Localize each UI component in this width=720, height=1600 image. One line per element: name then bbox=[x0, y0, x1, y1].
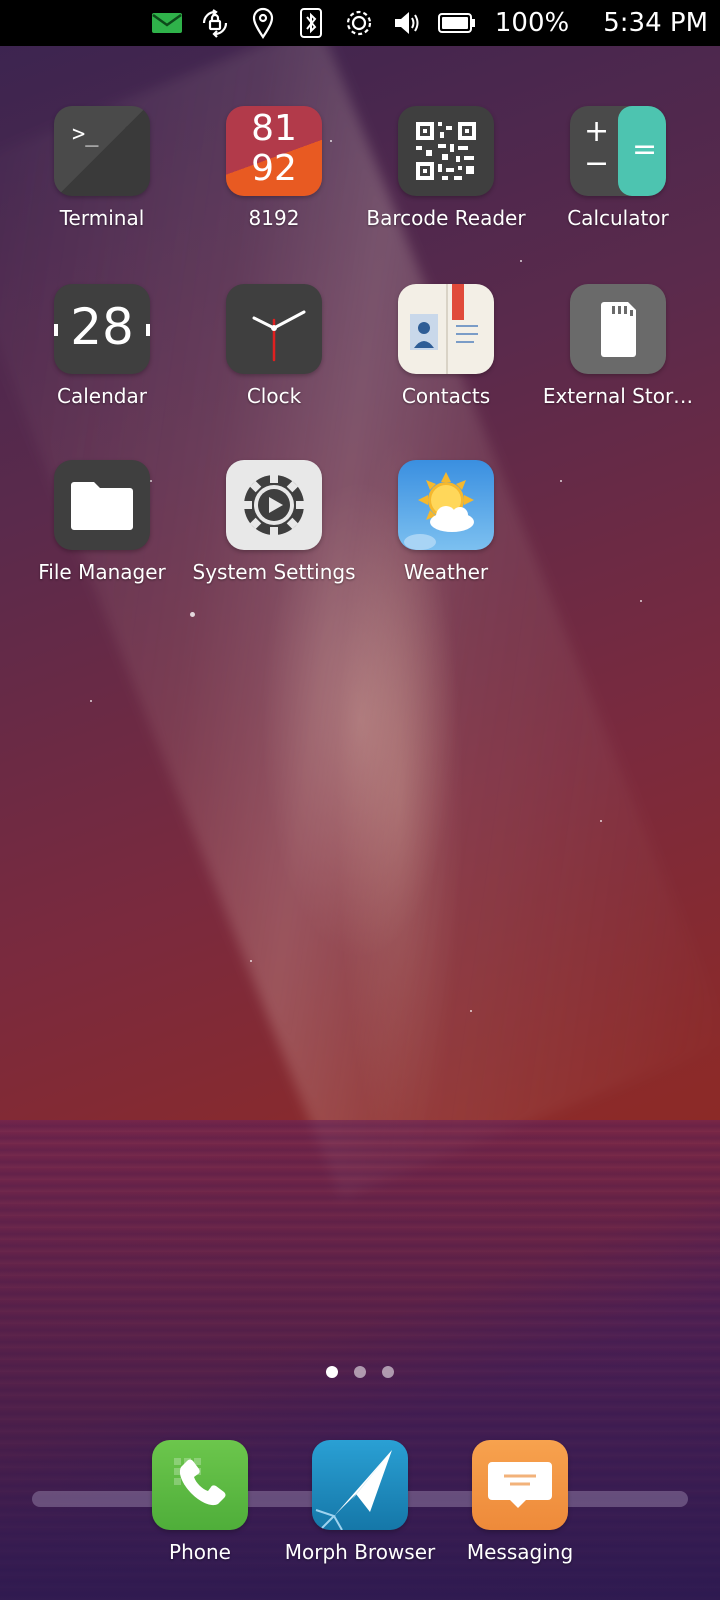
app-label: File Manager bbox=[38, 560, 166, 584]
app-clock[interactable]: Clock bbox=[188, 284, 360, 408]
rotation-lock-icon[interactable] bbox=[197, 5, 233, 41]
app-calendar[interactable]: 28 Calendar bbox=[16, 284, 188, 408]
page-dot[interactable] bbox=[326, 1366, 338, 1378]
app-label: 8192 bbox=[248, 206, 300, 230]
app-barcode-reader[interactable]: Barcode Reader bbox=[360, 106, 532, 230]
status-bar[interactable]: 100% 5:34 PM bbox=[0, 0, 720, 46]
dock-app-phone[interactable]: Phone bbox=[114, 1440, 286, 1564]
8192-icon: 81 92 bbox=[226, 106, 322, 196]
dock-app-messaging[interactable]: Messaging bbox=[434, 1440, 606, 1564]
app-label: External Stor… bbox=[542, 384, 694, 408]
battery-icon[interactable] bbox=[437, 5, 477, 41]
page-dot[interactable] bbox=[354, 1366, 366, 1378]
home-screen: 100% 5:34 PM >_ Terminal 81 92 8192 Barc… bbox=[0, 0, 720, 1600]
page-dot[interactable] bbox=[382, 1366, 394, 1378]
brightness-icon[interactable] bbox=[341, 5, 377, 41]
app-external-storage[interactable]: External Stor… bbox=[532, 284, 704, 408]
sd-card-icon bbox=[570, 284, 666, 374]
app-label: Clock bbox=[246, 384, 302, 408]
qr-code-icon bbox=[398, 106, 494, 196]
terminal-icon: >_ bbox=[54, 106, 150, 196]
weather-sun-cloud-icon bbox=[398, 460, 494, 550]
location-icon[interactable] bbox=[245, 5, 281, 41]
app-label: Calculator bbox=[567, 206, 669, 230]
page-indicator[interactable] bbox=[0, 1366, 720, 1378]
browser-paper-plane-icon bbox=[312, 1440, 408, 1530]
app-label: Terminal bbox=[59, 206, 145, 230]
volume-icon[interactable] bbox=[389, 5, 425, 41]
app-8192[interactable]: 81 92 8192 bbox=[188, 106, 360, 230]
phone-icon bbox=[152, 1440, 248, 1530]
chat-bubble-icon bbox=[472, 1440, 568, 1530]
app-label: Barcode Reader bbox=[366, 206, 526, 230]
contacts-book-icon bbox=[398, 284, 494, 374]
bluetooth-icon[interactable] bbox=[293, 5, 329, 41]
clock-time[interactable]: 5:34 PM bbox=[603, 8, 708, 38]
app-label: Phone bbox=[169, 1540, 231, 1564]
app-label: Messaging bbox=[466, 1540, 574, 1564]
app-label: Morph Browser bbox=[284, 1540, 436, 1564]
calendar-icon: 28 bbox=[54, 284, 150, 374]
app-file-manager[interactable]: File Manager bbox=[16, 460, 188, 584]
mail-icon[interactable] bbox=[149, 5, 185, 41]
clock-icon bbox=[226, 284, 322, 374]
app-label: System Settings bbox=[192, 560, 356, 584]
app-contacts[interactable]: Contacts bbox=[360, 284, 532, 408]
app-terminal[interactable]: >_ Terminal bbox=[16, 106, 188, 230]
app-label: Contacts bbox=[401, 384, 491, 408]
app-weather[interactable]: Weather bbox=[360, 460, 532, 584]
app-label: Calendar bbox=[57, 384, 147, 408]
app-label: Weather bbox=[403, 560, 489, 584]
dock-app-morph-browser[interactable]: Morph Browser bbox=[274, 1440, 446, 1564]
calculator-icon: + − = bbox=[570, 106, 666, 196]
app-system-settings[interactable]: System Settings bbox=[188, 460, 360, 584]
folder-icon bbox=[54, 460, 150, 550]
app-calculator[interactable]: + − = Calculator bbox=[532, 106, 704, 230]
battery-percentage: 100% bbox=[494, 8, 570, 38]
gear-icon bbox=[226, 460, 322, 550]
